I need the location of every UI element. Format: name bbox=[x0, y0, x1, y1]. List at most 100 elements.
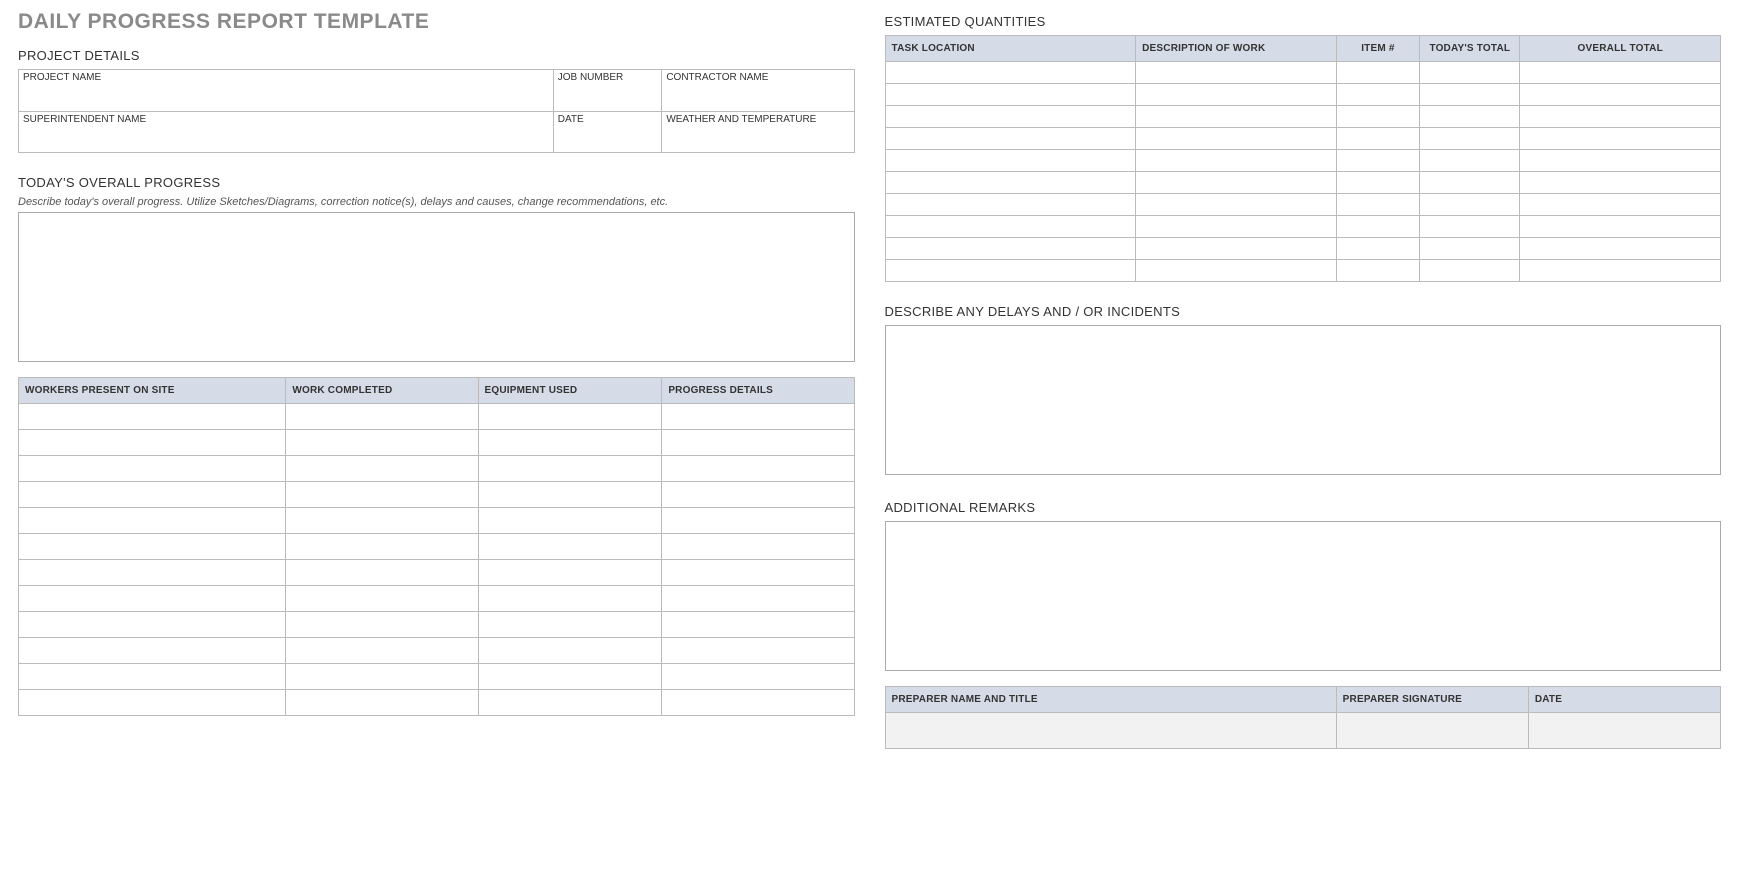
table-cell[interactable] bbox=[1420, 84, 1520, 106]
table-cell[interactable] bbox=[1420, 194, 1520, 216]
table-cell[interactable] bbox=[885, 172, 1136, 194]
table-cell[interactable] bbox=[286, 586, 478, 612]
table-cell[interactable] bbox=[286, 638, 478, 664]
table-cell[interactable] bbox=[1136, 194, 1337, 216]
table-cell[interactable] bbox=[478, 664, 662, 690]
table-cell[interactable] bbox=[478, 586, 662, 612]
input-superintendent[interactable] bbox=[19, 125, 554, 153]
table-cell[interactable] bbox=[885, 238, 1136, 260]
input-contractor-name[interactable] bbox=[662, 83, 854, 111]
table-cell[interactable] bbox=[1336, 106, 1420, 128]
table-cell[interactable] bbox=[478, 430, 662, 456]
table-cell[interactable] bbox=[286, 534, 478, 560]
table-cell[interactable] bbox=[19, 508, 286, 534]
table-cell[interactable] bbox=[1336, 128, 1420, 150]
input-preparer-name[interactable] bbox=[885, 713, 1336, 749]
table-cell[interactable] bbox=[478, 560, 662, 586]
table-cell[interactable] bbox=[1520, 238, 1721, 260]
table-cell[interactable] bbox=[478, 690, 662, 716]
table-cell[interactable] bbox=[286, 404, 478, 430]
table-cell[interactable] bbox=[1136, 216, 1337, 238]
table-cell[interactable] bbox=[1420, 150, 1520, 172]
table-cell[interactable] bbox=[662, 404, 854, 430]
table-cell[interactable] bbox=[1520, 216, 1721, 238]
table-cell[interactable] bbox=[1336, 216, 1420, 238]
table-cell[interactable] bbox=[885, 84, 1136, 106]
table-cell[interactable] bbox=[662, 612, 854, 638]
table-cell[interactable] bbox=[662, 560, 854, 586]
table-cell[interactable] bbox=[286, 456, 478, 482]
table-cell[interactable] bbox=[19, 638, 286, 664]
table-cell[interactable] bbox=[1136, 84, 1337, 106]
table-cell[interactable] bbox=[1336, 150, 1420, 172]
table-cell[interactable] bbox=[286, 612, 478, 638]
table-cell[interactable] bbox=[1136, 238, 1337, 260]
table-cell[interactable] bbox=[1136, 106, 1337, 128]
table-cell[interactable] bbox=[19, 404, 286, 430]
table-cell[interactable] bbox=[1420, 106, 1520, 128]
table-cell[interactable] bbox=[885, 216, 1136, 238]
table-cell[interactable] bbox=[19, 560, 286, 586]
table-cell[interactable] bbox=[478, 534, 662, 560]
table-cell[interactable] bbox=[19, 664, 286, 690]
table-cell[interactable] bbox=[478, 456, 662, 482]
input-date[interactable] bbox=[553, 125, 662, 153]
table-cell[interactable] bbox=[478, 404, 662, 430]
table-cell[interactable] bbox=[478, 612, 662, 638]
table-cell[interactable] bbox=[1520, 150, 1721, 172]
remarks-textarea[interactable] bbox=[885, 521, 1722, 671]
table-cell[interactable] bbox=[19, 534, 286, 560]
input-project-name[interactable] bbox=[19, 83, 554, 111]
table-cell[interactable] bbox=[286, 430, 478, 456]
table-cell[interactable] bbox=[662, 534, 854, 560]
table-cell[interactable] bbox=[662, 690, 854, 716]
table-cell[interactable] bbox=[1520, 128, 1721, 150]
table-cell[interactable] bbox=[19, 612, 286, 638]
table-cell[interactable] bbox=[885, 150, 1136, 172]
table-cell[interactable] bbox=[1420, 128, 1520, 150]
table-cell[interactable] bbox=[1336, 172, 1420, 194]
table-cell[interactable] bbox=[286, 690, 478, 716]
table-cell[interactable] bbox=[1420, 260, 1520, 282]
table-cell[interactable] bbox=[1336, 238, 1420, 260]
table-cell[interactable] bbox=[1520, 84, 1721, 106]
table-cell[interactable] bbox=[1336, 84, 1420, 106]
table-cell[interactable] bbox=[885, 260, 1136, 282]
table-cell[interactable] bbox=[662, 430, 854, 456]
table-cell[interactable] bbox=[286, 508, 478, 534]
table-cell[interactable] bbox=[1520, 62, 1721, 84]
table-cell[interactable] bbox=[478, 638, 662, 664]
table-cell[interactable] bbox=[1420, 238, 1520, 260]
table-cell[interactable] bbox=[885, 194, 1136, 216]
table-cell[interactable] bbox=[1336, 260, 1420, 282]
table-cell[interactable] bbox=[1136, 172, 1337, 194]
table-cell[interactable] bbox=[1136, 62, 1337, 84]
delays-textarea[interactable] bbox=[885, 325, 1722, 475]
table-cell[interactable] bbox=[286, 482, 478, 508]
table-cell[interactable] bbox=[885, 106, 1136, 128]
table-cell[interactable] bbox=[662, 638, 854, 664]
table-cell[interactable] bbox=[1420, 62, 1520, 84]
table-cell[interactable] bbox=[19, 430, 286, 456]
input-signoff-date[interactable] bbox=[1528, 713, 1720, 749]
overall-progress-textarea[interactable] bbox=[18, 212, 855, 362]
input-weather[interactable] bbox=[662, 125, 854, 153]
table-cell[interactable] bbox=[19, 456, 286, 482]
table-cell[interactable] bbox=[1136, 260, 1337, 282]
table-cell[interactable] bbox=[1520, 172, 1721, 194]
table-cell[interactable] bbox=[662, 664, 854, 690]
table-cell[interactable] bbox=[1336, 194, 1420, 216]
table-cell[interactable] bbox=[478, 482, 662, 508]
table-cell[interactable] bbox=[662, 586, 854, 612]
table-cell[interactable] bbox=[1136, 128, 1337, 150]
input-preparer-signature[interactable] bbox=[1336, 713, 1528, 749]
table-cell[interactable] bbox=[1136, 150, 1337, 172]
table-cell[interactable] bbox=[19, 586, 286, 612]
table-cell[interactable] bbox=[19, 690, 286, 716]
table-cell[interactable] bbox=[286, 664, 478, 690]
table-cell[interactable] bbox=[1520, 260, 1721, 282]
table-cell[interactable] bbox=[885, 128, 1136, 150]
table-cell[interactable] bbox=[885, 62, 1136, 84]
input-job-number[interactable] bbox=[553, 83, 662, 111]
table-cell[interactable] bbox=[478, 508, 662, 534]
